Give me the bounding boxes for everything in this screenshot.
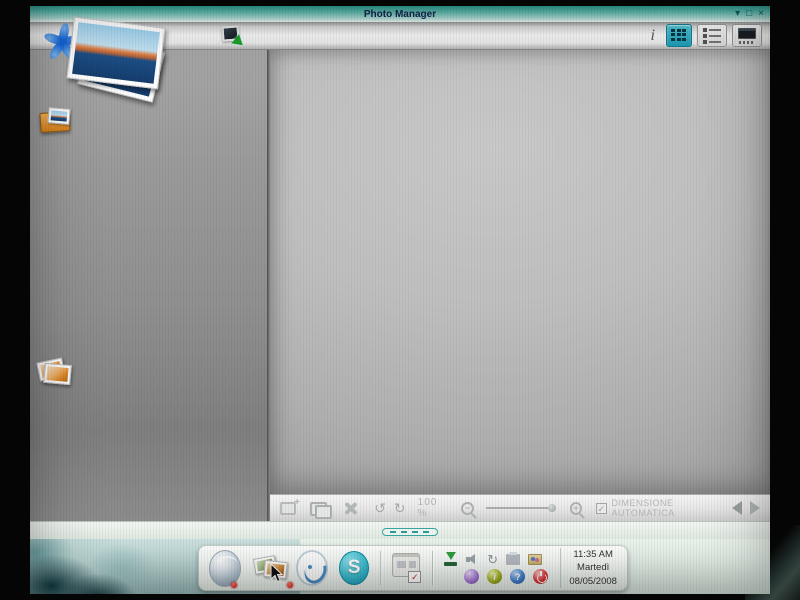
help-sphere-icon[interactable]: ? — [510, 569, 525, 584]
download-tray-icon[interactable] — [444, 552, 458, 566]
auto-size-checkbox[interactable]: ✓ — [596, 503, 606, 514]
zoom-slider-handle[interactable] — [548, 504, 556, 512]
copy-photo-button[interactable] — [310, 502, 327, 515]
next-button[interactable] — [750, 501, 760, 515]
add-photo-button[interactable]: + — [280, 502, 296, 515]
splat-icon — [56, 34, 70, 48]
window-title: Photo Manager — [364, 9, 436, 20]
panel-hide-handle[interactable] — [382, 528, 438, 536]
restore-icon[interactable]: □ — [746, 7, 752, 21]
photo-grid-area[interactable] — [270, 50, 770, 494]
zoom-out-button[interactable]: − — [461, 502, 473, 515]
minimize-icon[interactable]: ▾ — [735, 7, 740, 21]
check-badge-icon: ✓ — [408, 571, 421, 583]
zoom-in-button[interactable]: + — [570, 502, 582, 515]
purple-sphere-icon[interactable] — [464, 569, 479, 584]
printer-tray-icon[interactable] — [506, 554, 520, 565]
thumbnail-view-button[interactable] — [666, 24, 692, 47]
running-indicator-browser — [231, 582, 237, 588]
window-controls: ▾ □ × — [735, 7, 764, 21]
volume-tray-icon[interactable] — [466, 553, 479, 565]
image-folders-icon — [38, 106, 76, 140]
list-view-button[interactable] — [697, 24, 727, 47]
clock-day: Martedì — [569, 561, 617, 574]
monitor-icon — [737, 28, 757, 44]
previous-button[interactable] — [732, 501, 742, 515]
system-tray: ↻ i ? — [444, 552, 548, 584]
import-photos-button[interactable] — [220, 25, 244, 49]
clock-date: 08/05/2008 — [569, 575, 617, 588]
dock-separator — [432, 551, 433, 585]
grid-view-icon — [671, 29, 687, 43]
logo-photo-front — [67, 17, 166, 90]
zoom-slider[interactable] — [486, 507, 554, 509]
delete-photo-button[interactable] — [343, 501, 356, 515]
photos-folder-tray-icon[interactable] — [528, 554, 542, 565]
settings-icon[interactable]: ✓ — [392, 553, 422, 583]
album-icon — [34, 354, 76, 398]
dock-taskbar: S ✓ ↻ i ? — [198, 545, 628, 591]
dock-separator — [380, 551, 381, 585]
info-icon[interactable]: i — [651, 27, 655, 45]
photo-toolbar: + ↺ ↻ 100 % − + ✓ DIMENSIONE AUTOMATICA — [270, 494, 770, 521]
monitor-photo: Photo Manager ▾ □ × i — [0, 0, 800, 600]
rotate-right-button[interactable]: ↻ — [394, 501, 406, 515]
info-sphere-icon[interactable]: i — [487, 569, 502, 584]
skype-icon[interactable]: S — [339, 551, 369, 585]
zoom-level-value: 100 % — [418, 497, 449, 519]
navigation-arrows — [732, 501, 760, 515]
rotate-left-button[interactable]: ↺ — [374, 501, 386, 515]
sidebar-divider[interactable] — [267, 50, 270, 527]
clock-time: 11:35 AM — [569, 548, 617, 561]
mouse-cursor — [270, 563, 284, 583]
close-icon[interactable]: × — [758, 7, 764, 21]
view-mode-controls: i — [651, 24, 762, 47]
slideshow-view-button[interactable] — [732, 24, 762, 47]
refresh-tray-icon[interactable]: ↻ — [487, 553, 498, 566]
window-bottom-strip — [30, 521, 770, 539]
auto-size-label: DIMENSIONE AUTOMATICA — [612, 498, 732, 518]
list-view-icon — [703, 28, 721, 44]
contacts-phone-icon[interactable] — [296, 550, 328, 586]
clock[interactable]: 11:35 AM Martedì 08/05/2008 — [560, 548, 617, 588]
browser-icon[interactable] — [209, 550, 241, 587]
screen: Photo Manager ▾ □ × i — [30, 6, 770, 594]
power-button-icon[interactable] — [533, 569, 548, 584]
running-indicator-photo-manager — [287, 582, 293, 588]
